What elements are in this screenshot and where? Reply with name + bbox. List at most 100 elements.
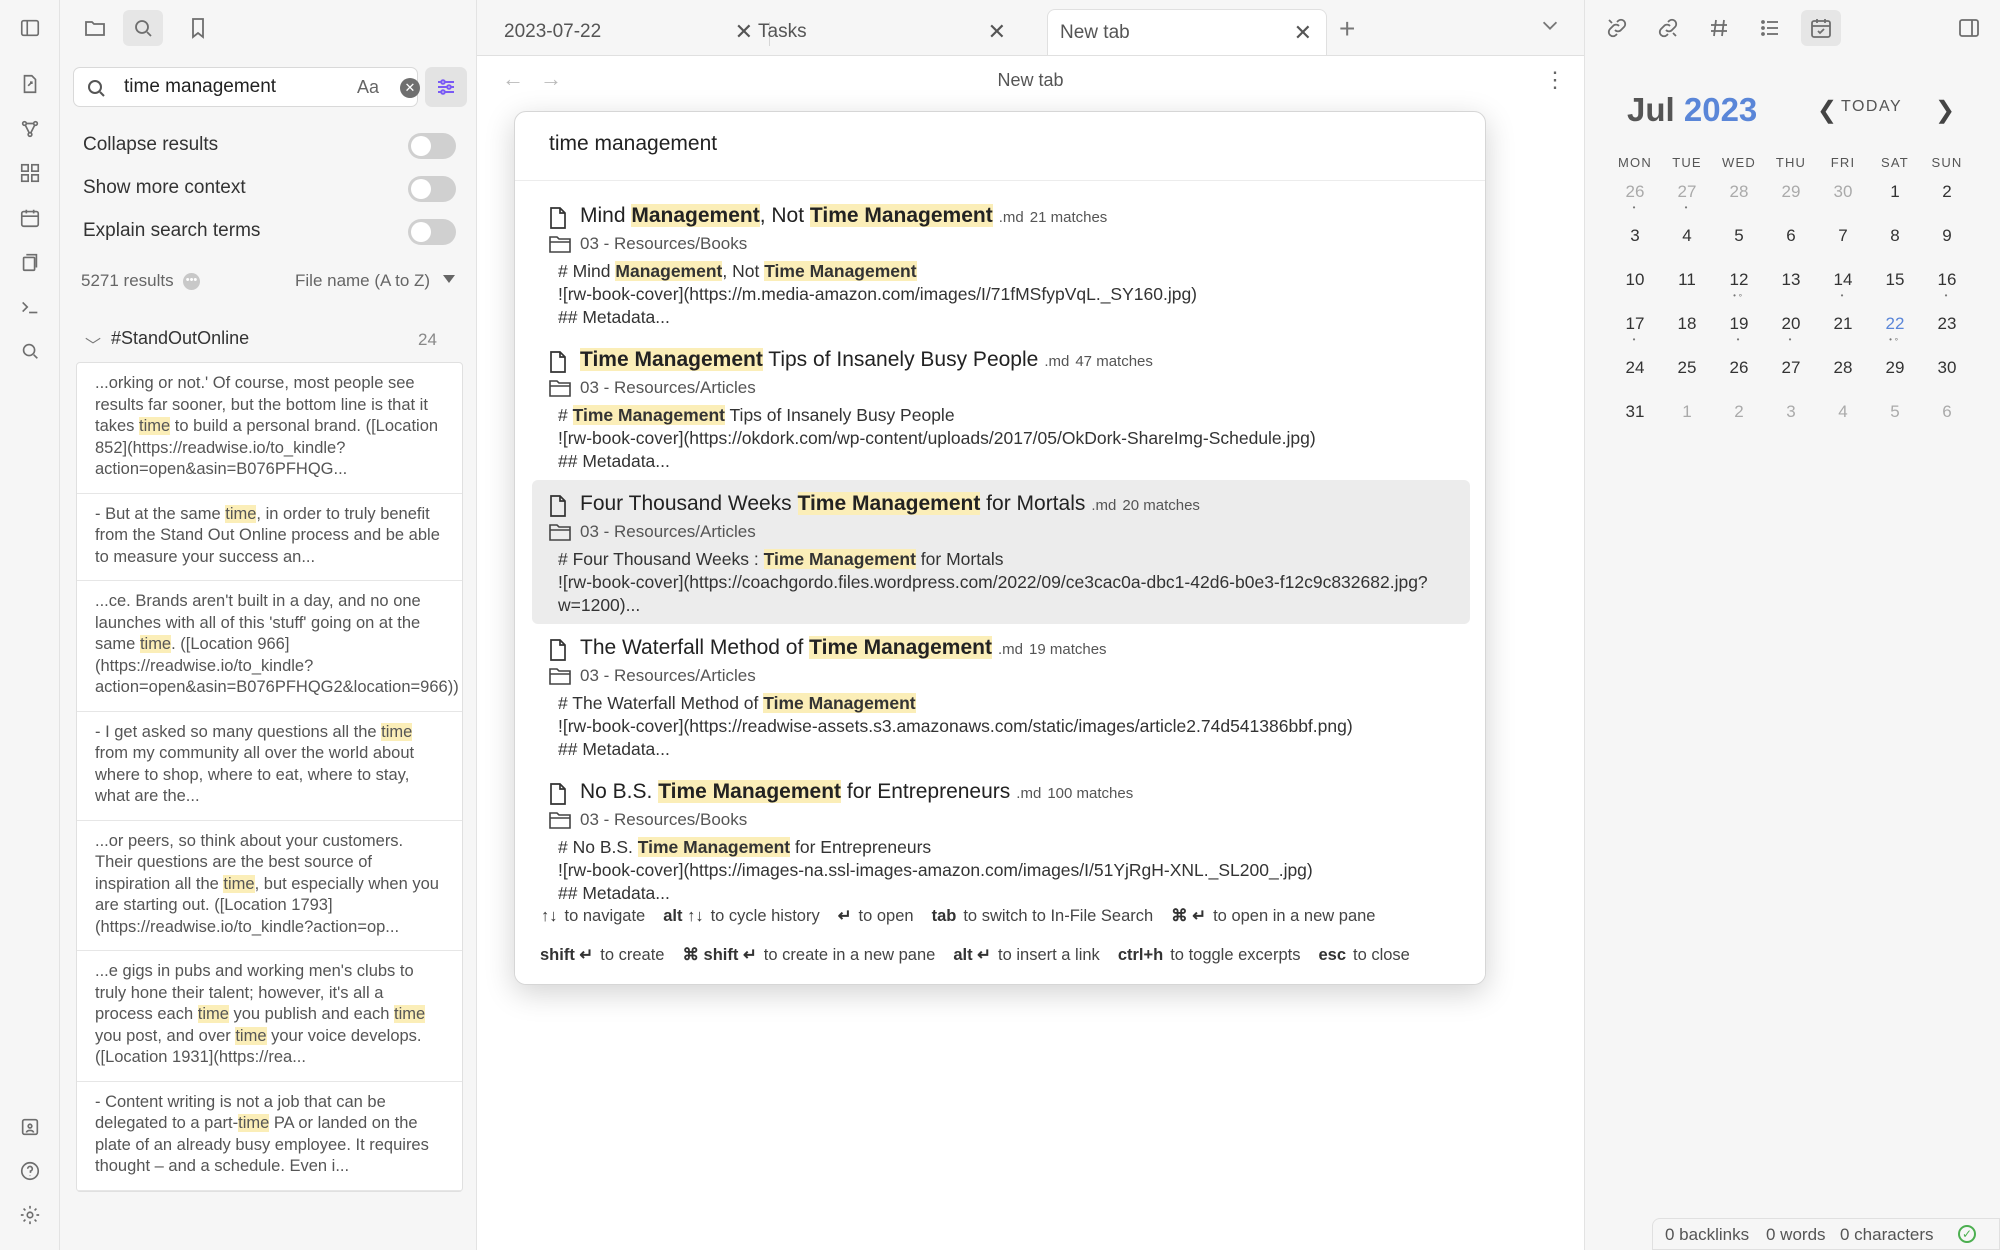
calendar-day[interactable]: 13 bbox=[1765, 258, 1817, 302]
calendar-day[interactable]: 6 bbox=[1765, 214, 1817, 258]
result-group-header[interactable]: ﹀ #StandOutOnline 24 bbox=[83, 326, 463, 356]
outline-icon[interactable] bbox=[1750, 10, 1790, 46]
search-snippet[interactable]: ...or peers, so think about your custome… bbox=[77, 821, 462, 951]
calendar-day[interactable]: 2 bbox=[1713, 390, 1765, 434]
right-sidebar-toggle-icon[interactable] bbox=[1949, 10, 1989, 46]
calendar-day[interactable]: 26 bbox=[1713, 346, 1765, 390]
result-title: Time Management Tips of Insanely Busy Pe… bbox=[580, 348, 1153, 372]
settings-icon[interactable] bbox=[14, 1199, 46, 1231]
clear-search-icon[interactable]: ✕ bbox=[400, 78, 420, 98]
search-snippet[interactable]: - Content writing is not a job that can … bbox=[77, 1082, 462, 1191]
calendar-day[interactable]: 25 bbox=[1661, 346, 1713, 390]
calendar-day[interactable]: 30 bbox=[1921, 346, 1973, 390]
file-explorer-icon[interactable] bbox=[75, 10, 115, 46]
calendar-day[interactable]: 19 • bbox=[1713, 302, 1765, 346]
explain-search-terms-toggle[interactable] bbox=[408, 219, 456, 245]
collapse-results-toggle[interactable] bbox=[408, 133, 456, 159]
calendar-day[interactable]: 8 bbox=[1869, 214, 1921, 258]
calendar-day[interactable]: 4 bbox=[1817, 390, 1869, 434]
search-result-item[interactable]: No B.S. Time Management for Entrepreneur… bbox=[532, 768, 1470, 902]
tab-new-tab[interactable]: New tab ✕ bbox=[1047, 9, 1327, 55]
calendar-day[interactable]: 21 bbox=[1817, 302, 1869, 346]
calendar-day[interactable]: 16 • bbox=[1921, 258, 1973, 302]
graph-icon[interactable] bbox=[14, 113, 46, 145]
chevron-right-icon[interactable]: ❯ bbox=[1935, 96, 1955, 125]
new-tab-button[interactable]: + bbox=[1339, 13, 1355, 45]
calendar-day[interactable]: 20 • bbox=[1765, 302, 1817, 346]
search-result-item[interactable]: Four Thousand Weeks Time Management for … bbox=[532, 480, 1470, 624]
search-icon[interactable] bbox=[14, 335, 46, 367]
outgoing-links-icon[interactable] bbox=[1648, 10, 1688, 46]
today-button[interactable]: TODAY bbox=[1841, 98, 1902, 116]
calendar-day[interactable]: 31 bbox=[1609, 390, 1661, 434]
search-result-item[interactable]: The Waterfall Method of Time Management.… bbox=[532, 624, 1470, 768]
calendar-icon[interactable] bbox=[1801, 10, 1841, 46]
more-options-icon[interactable]: ⋮ bbox=[1544, 67, 1566, 93]
quick-switcher-input[interactable] bbox=[549, 132, 1449, 156]
close-icon[interactable]: ✕ bbox=[1294, 20, 1312, 46]
calendar-day[interactable]: 29 bbox=[1765, 170, 1817, 214]
calendar-day[interactable]: 29 bbox=[1869, 346, 1921, 390]
chevron-down-icon[interactable] bbox=[443, 275, 455, 283]
vault-icon[interactable] bbox=[14, 1111, 46, 1143]
calendar-day[interactable]: 28 bbox=[1817, 346, 1869, 390]
sync-status-icon[interactable]: ✓ bbox=[1958, 1225, 1976, 1243]
calendar-day[interactable]: 7 bbox=[1817, 214, 1869, 258]
sort-select[interactable]: File name (A to Z) bbox=[295, 271, 430, 291]
calendar-day[interactable]: 30 bbox=[1817, 170, 1869, 214]
templates-icon[interactable] bbox=[14, 246, 46, 278]
calendar-day[interactable]: 6 bbox=[1921, 390, 1973, 434]
calendar-day[interactable]: 5 bbox=[1869, 390, 1921, 434]
more-options-icon[interactable]: ••• bbox=[183, 273, 200, 290]
calendar-day[interactable]: 3 bbox=[1765, 390, 1817, 434]
calendar-day[interactable]: 17 • bbox=[1609, 302, 1661, 346]
calendar-day[interactable]: 5 bbox=[1713, 214, 1765, 258]
calendar-day[interactable]: 1 bbox=[1661, 390, 1713, 434]
daily-note-icon[interactable] bbox=[14, 202, 46, 234]
tab-tasks[interactable]: Tasks ✕ bbox=[730, 9, 1020, 55]
search-snippet[interactable]: ...ce. Brands aren't built in a day, and… bbox=[77, 581, 462, 712]
calendar-day[interactable]: 27 • bbox=[1661, 170, 1713, 214]
calendar-day[interactable]: 18 bbox=[1661, 302, 1713, 346]
backlinks-icon[interactable] bbox=[1597, 10, 1637, 46]
calendar-day[interactable]: 26 • bbox=[1609, 170, 1661, 214]
search-result-item[interactable]: Time Management Tips of Insanely Busy Pe… bbox=[532, 336, 1470, 480]
tab-daily-note[interactable]: 2023-07-22 ✕ bbox=[477, 9, 767, 55]
search-input[interactable] bbox=[124, 76, 324, 98]
match-case-button[interactable]: Aa bbox=[357, 77, 379, 98]
tags-icon[interactable] bbox=[1699, 10, 1739, 46]
calendar-day[interactable]: 24 bbox=[1609, 346, 1661, 390]
calendar-day[interactable]: 12 •∘ bbox=[1713, 258, 1765, 302]
calendar-day[interactable]: 11 bbox=[1661, 258, 1713, 302]
chevron-down-icon[interactable] bbox=[1539, 14, 1563, 38]
search-snippet[interactable]: - I get asked so many questions all the … bbox=[77, 712, 462, 821]
calendar-day[interactable]: 15 bbox=[1869, 258, 1921, 302]
chevron-down-icon[interactable]: ﹀ bbox=[85, 332, 101, 356]
search-snippet[interactable]: - But at the same time, in order to trul… bbox=[77, 494, 462, 581]
calendar-day[interactable]: 9 bbox=[1921, 214, 1973, 258]
open-file-icon[interactable] bbox=[14, 68, 46, 100]
calendar-day[interactable]: 1 bbox=[1869, 170, 1921, 214]
bookmark-icon[interactable] bbox=[178, 10, 218, 46]
calendar-day[interactable]: 4 bbox=[1661, 214, 1713, 258]
close-icon[interactable]: ✕ bbox=[988, 19, 1006, 45]
search-snippet[interactable]: ...e gigs in pubs and working men's club… bbox=[77, 951, 462, 1082]
sidebar-toggle-icon[interactable] bbox=[14, 12, 46, 44]
calendar-day[interactable]: 2 bbox=[1921, 170, 1973, 214]
calendar-day[interactable]: 27 bbox=[1765, 346, 1817, 390]
search-settings-icon[interactable] bbox=[425, 67, 467, 107]
canvas-icon[interactable] bbox=[14, 157, 46, 189]
search-result-item[interactable]: Mind Management, Not Time Management .md 2… bbox=[532, 192, 1470, 336]
help-icon[interactable] bbox=[14, 1155, 46, 1187]
show-more-context-toggle[interactable] bbox=[408, 176, 456, 202]
calendar-day-today[interactable]: 22 •∘ bbox=[1869, 302, 1921, 346]
calendar-day[interactable]: 23 bbox=[1921, 302, 1973, 346]
chevron-left-icon[interactable]: ❮ bbox=[1817, 96, 1837, 125]
calendar-day[interactable]: 3 bbox=[1609, 214, 1661, 258]
terminal-icon[interactable] bbox=[14, 291, 46, 323]
calendar-day[interactable]: 10 bbox=[1609, 258, 1661, 302]
search-snippet[interactable]: ...orking or not.' Of course, most peopl… bbox=[77, 363, 462, 494]
calendar-day[interactable]: 28 bbox=[1713, 170, 1765, 214]
search-tab-icon[interactable] bbox=[123, 10, 163, 46]
calendar-day[interactable]: 14 • bbox=[1817, 258, 1869, 302]
